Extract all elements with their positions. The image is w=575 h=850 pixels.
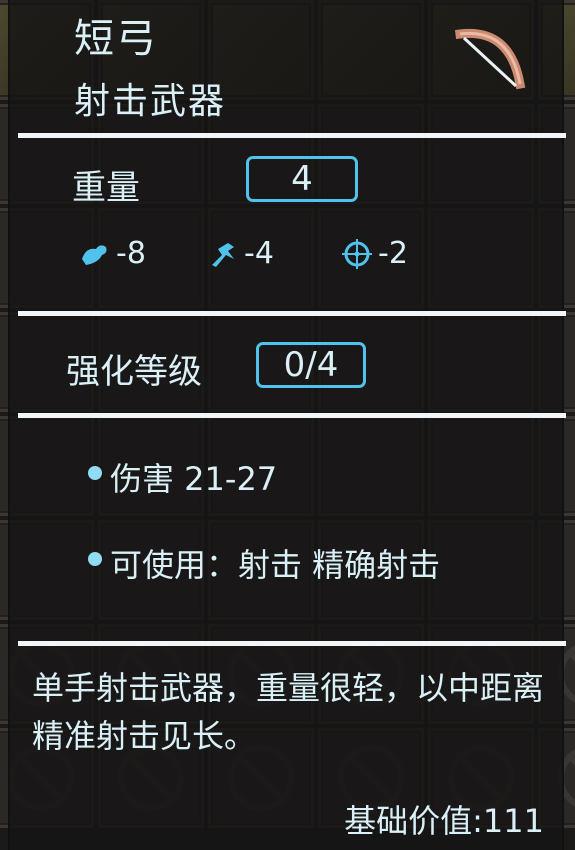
item-name: 短弓 <box>74 16 158 62</box>
base-value: 基础价值:111 <box>344 802 544 840</box>
modifier-strength: -8 <box>78 236 146 271</box>
item-category: 射击武器 <box>74 81 227 122</box>
divider <box>18 641 566 646</box>
accuracy-crosshair-icon <box>342 238 372 269</box>
modifier-value: -4 <box>244 236 274 271</box>
modifier-accuracy: -2 <box>340 236 408 271</box>
divider <box>18 413 566 418</box>
bow-icon <box>454 28 526 90</box>
weight-value: 4 <box>246 156 358 202</box>
game-screen: 短弓 射击武器 重量 4 -8 -4 -2 强化等级 0/4 伤害 21-27 … <box>0 0 575 850</box>
item-description: 单手射击武器，重量很轻，以中距离精准射击见长。 <box>32 669 545 755</box>
upgrade-label: 强化等级 <box>66 352 202 392</box>
weight-label: 重量 <box>72 168 140 208</box>
upgrade-level: 0/4 <box>256 342 366 388</box>
agility-run-icon <box>212 242 234 267</box>
damage-property: 伤害 21-27 <box>110 460 278 498</box>
modifier-agility: -4 <box>206 236 274 271</box>
modifier-value: -2 <box>378 236 408 271</box>
modifier-value: -8 <box>116 236 146 271</box>
divider <box>18 311 566 316</box>
item-tooltip: 短弓 射击武器 重量 4 -8 -4 -2 强化等级 0/4 伤害 21-27 … <box>8 0 566 850</box>
usable-skills-property: 可使用：射击 精确射击 <box>110 546 441 584</box>
divider <box>18 133 566 138</box>
bullet-icon <box>88 466 102 480</box>
bullet-icon <box>88 552 102 566</box>
arm-strength-icon <box>82 244 107 265</box>
